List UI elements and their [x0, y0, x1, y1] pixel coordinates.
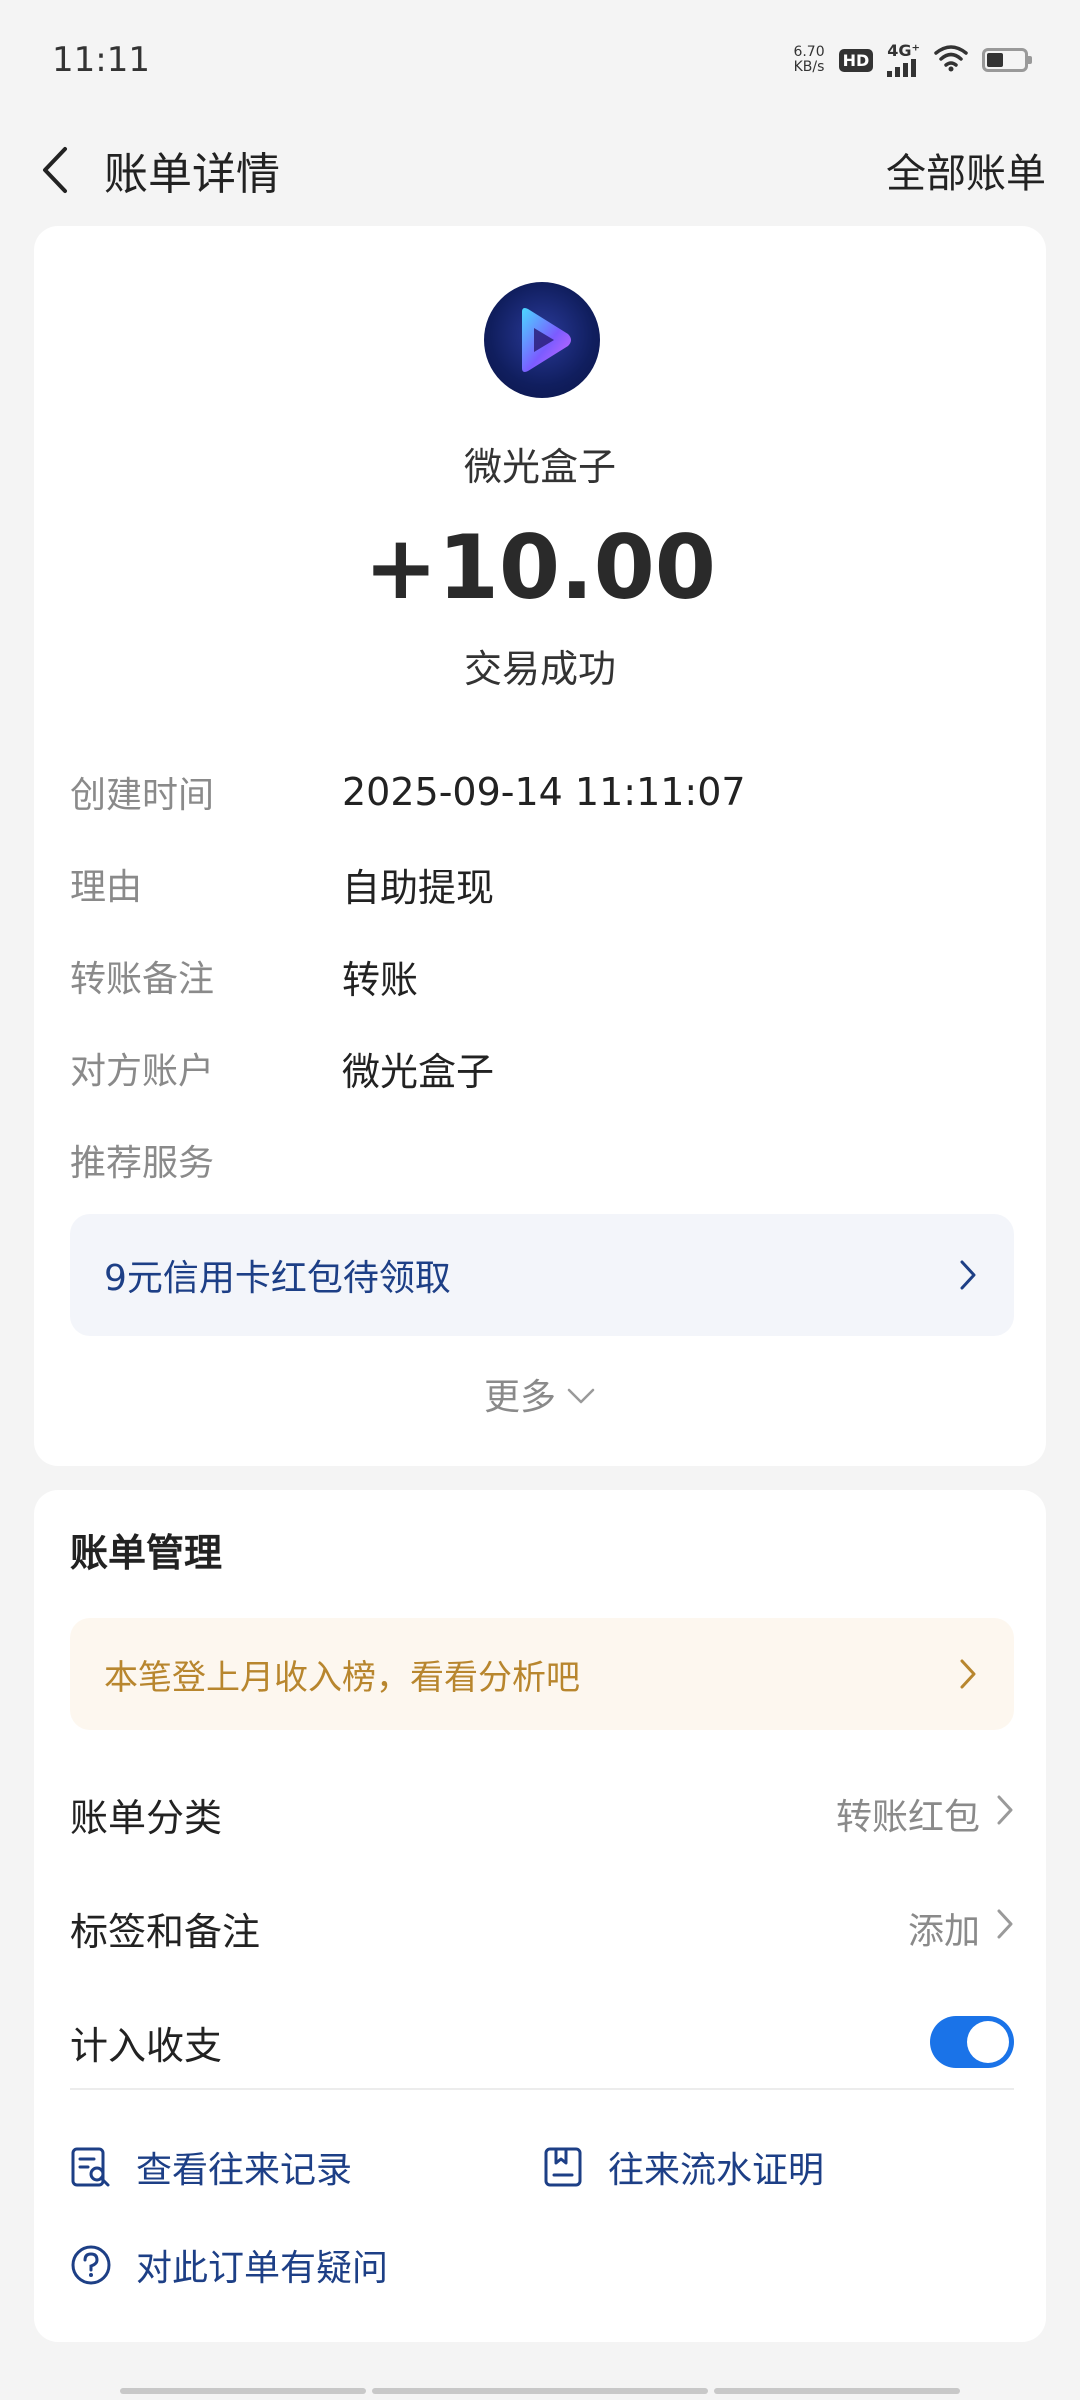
chevron-right-icon [996, 1908, 1014, 1949]
detail-value: 微光盒子 [342, 1049, 495, 1094]
play-icon [522, 308, 571, 372]
bill-category-label: 账单分类 [70, 1795, 223, 1840]
detail-row-created-time: 创建时间 2025-09-14 11:11:07 [70, 762, 746, 822]
include-in-budget-toggle[interactable] [930, 2016, 1014, 2068]
view-history-link[interactable]: 查看往来记录 [70, 2132, 352, 2202]
nav-gesture-indicator [120, 2388, 366, 2394]
detail-row-reason: 理由 自助提现 [70, 854, 494, 914]
detail-label: 推荐服务 [70, 1143, 215, 1184]
more-toggle[interactable]: 更多 [34, 1364, 1046, 1424]
nav-gesture-indicator [714, 2388, 960, 2394]
detail-value: 自助提现 [342, 865, 495, 910]
merchant-name: 微光盒子 [463, 445, 616, 489]
order-question-link[interactable]: 对此订单有疑问 [70, 2230, 388, 2300]
tip-text: 本笔登上月收入榜，看看分析吧 [104, 1657, 580, 1698]
detail-value: 转账 [342, 957, 419, 1002]
transaction-card: 微光盒子 +10.00 交易成功 创建时间 2025-09-14 11:11:0… [34, 226, 1046, 1466]
view-history-label: 查看往来记录 [136, 2150, 353, 2191]
statement-proof-label: 往来流水证明 [608, 2150, 825, 2191]
include-in-budget-label: 计入收支 [70, 2023, 223, 2068]
net-speed-value: 6.70 [793, 44, 825, 60]
detail-row-counterparty: 对方账户 微光盒子 [70, 1038, 494, 1098]
tags-notes-row[interactable]: 标签和备注 添加 [70, 1888, 1014, 1968]
detail-label: 对方账户 [70, 1051, 215, 1092]
statement-proof-link[interactable]: 往来流水证明 [542, 2132, 824, 2202]
order-question-label: 对此订单有疑问 [136, 2248, 389, 2289]
toggle-knob [967, 2021, 1009, 2063]
question-icon [70, 2244, 112, 2286]
tags-notes-value: 添加 [907, 1911, 980, 1952]
section-title: 账单管理 [70, 1531, 223, 1575]
credit-card-promo-banner[interactable]: 9元信用卡红包待领取 [70, 1214, 1014, 1336]
record-search-icon [70, 2146, 112, 2188]
detail-value: 2025-09-14 11:11:07 [342, 770, 746, 814]
detail-label: 理由 [70, 867, 143, 908]
wifi-icon [934, 44, 968, 76]
cellular-signal-icon: 4G⁺ [887, 43, 920, 77]
status-icons: 6.70 KB/s HD 4G⁺ [793, 43, 1032, 77]
status-time: 11:11 [52, 40, 150, 80]
back-arrow-icon[interactable] [34, 142, 74, 198]
page-title: 账单详情 [104, 149, 280, 200]
net-speed-unit: KB/s [793, 59, 825, 75]
bill-category-row[interactable]: 账单分类 转账红包 [70, 1774, 1014, 1854]
nav-bar: 账单详情 全部账单 [0, 120, 1080, 220]
signal-label: 4G⁺ [887, 41, 920, 60]
status-bar: 11:11 6.70 KB/s HD 4G⁺ [0, 0, 1080, 120]
transaction-amount: +10.00 [363, 516, 717, 619]
net-speed: 6.70 KB/s [793, 45, 824, 75]
detail-row-recommended-services: 推荐服务 [70, 1130, 342, 1190]
nav-gesture-indicator [372, 2388, 708, 2394]
chevron-right-icon [996, 1794, 1014, 1835]
divider [70, 2088, 1014, 2090]
all-bills-link[interactable]: 全部账单 [886, 141, 1046, 199]
detail-row-transfer-note: 转账备注 转账 [70, 946, 418, 1006]
statement-proof-icon [542, 2146, 584, 2188]
chevron-right-icon [956, 1656, 980, 1692]
promo-text: 9元信用卡红包待领取 [104, 1258, 451, 1299]
detail-label: 转账备注 [70, 959, 215, 1000]
tags-notes-label: 标签和备注 [70, 1909, 261, 1954]
chevron-down-icon [566, 1374, 596, 1415]
chevron-right-icon [956, 1257, 980, 1293]
income-ranking-tip[interactable]: 本笔登上月收入榜，看看分析吧 [70, 1618, 1014, 1730]
detail-label: 创建时间 [70, 775, 215, 816]
transaction-status: 交易成功 [463, 647, 616, 691]
more-label: 更多 [483, 1377, 556, 1418]
include-in-budget-row: 计入收支 [70, 2002, 1014, 2082]
hd-badge: HD [838, 48, 874, 72]
bill-management-card: 账单管理 本笔登上月收入榜，看看分析吧 账单分类 转账红包 标签和备注 添加 计… [34, 1490, 1046, 2342]
battery-icon [982, 48, 1032, 72]
merchant-logo [484, 282, 600, 398]
bill-category-value: 转账红包 [835, 1797, 980, 1838]
